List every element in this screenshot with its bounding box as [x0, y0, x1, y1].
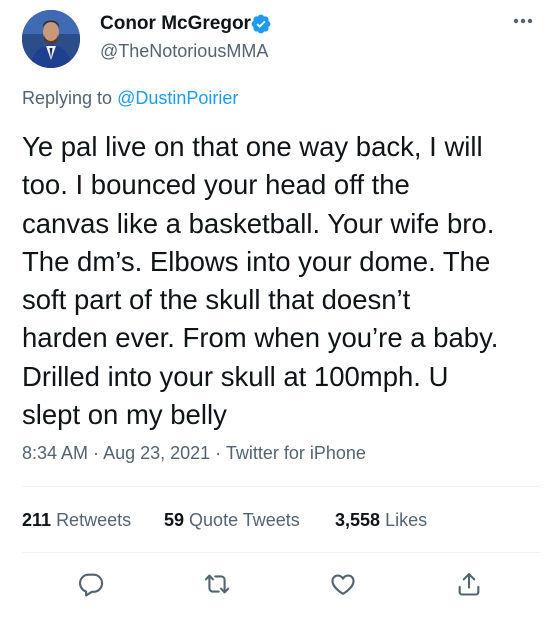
more-options-button[interactable]	[506, 12, 540, 38]
likes-label: Likes	[385, 510, 428, 530]
reply-icon	[78, 573, 104, 597]
reply-mention-link[interactable]: @DustinPoirier	[117, 88, 238, 108]
tweet-source-link[interactable]: Twitter for iPhone	[226, 443, 366, 463]
meta-separator: ·	[88, 443, 104, 463]
ellipsis-icon	[513, 18, 533, 24]
tweet-date[interactable]: Aug 23, 2021	[103, 443, 210, 463]
replying-to: Replying to @DustinPoirier	[22, 88, 238, 109]
divider	[22, 552, 540, 553]
tweet-text: Ye pal live on that one way back, I will…	[22, 128, 542, 434]
quote-tweets-stat[interactable]: 59 Quote Tweets	[164, 510, 300, 531]
profile-photo-icon	[22, 10, 80, 68]
divider	[22, 486, 540, 487]
likes-stat[interactable]: 3,558 Likes	[335, 510, 427, 531]
retweets-label: Retweets	[56, 510, 132, 530]
reply-button[interactable]	[77, 570, 105, 598]
quote-tweets-count: 59	[164, 510, 185, 530]
tweet-text-line: canvas like a basketball. Your wife bro.	[22, 207, 495, 239]
tweet-text-line: slept on my belly	[22, 399, 227, 431]
tweet-text-line: Drilled into your skull at 100mph. U	[22, 360, 449, 392]
meta-separator: ·	[210, 443, 226, 463]
tweet-time[interactable]: 8:34 AM	[22, 443, 88, 463]
avatar[interactable]	[22, 10, 80, 68]
share-button[interactable]	[455, 570, 483, 598]
likes-count: 3,558	[335, 510, 381, 530]
tweet-card: Conor McGregor @TheNotoriousMMA Replying…	[0, 0, 560, 617]
like-button[interactable]	[329, 570, 357, 598]
retweet-icon	[204, 574, 230, 594]
like-icon	[331, 574, 355, 595]
quote-tweets-label: Quote Tweets	[189, 510, 300, 530]
retweets-stat[interactable]: 211 Retweets	[22, 510, 131, 531]
tweet-text-line: too. I bounced your head off the	[22, 169, 410, 201]
display-name[interactable]: Conor McGregor	[100, 13, 251, 35]
tweet-text-line: Ye pal live on that one way back, I will	[22, 131, 483, 162]
share-icon	[458, 573, 480, 596]
tweet-text-line: soft part of the skull that doesn’t	[22, 284, 411, 316]
retweets-count: 211	[22, 510, 52, 530]
tweet-text-line: harden ever. From when you’re a baby.	[22, 322, 499, 354]
verified-badge-icon	[251, 14, 271, 34]
tweet-text-line: The dm’s. Elbows into your dome. The	[22, 245, 491, 277]
replying-to-label: Replying to	[22, 88, 118, 108]
retweet-button[interactable]	[203, 570, 231, 598]
tweet-metadata: 8:34 AM · Aug 23, 2021 · Twitter for iPh…	[22, 443, 366, 464]
user-handle[interactable]: @TheNotoriousMMA	[100, 41, 268, 62]
